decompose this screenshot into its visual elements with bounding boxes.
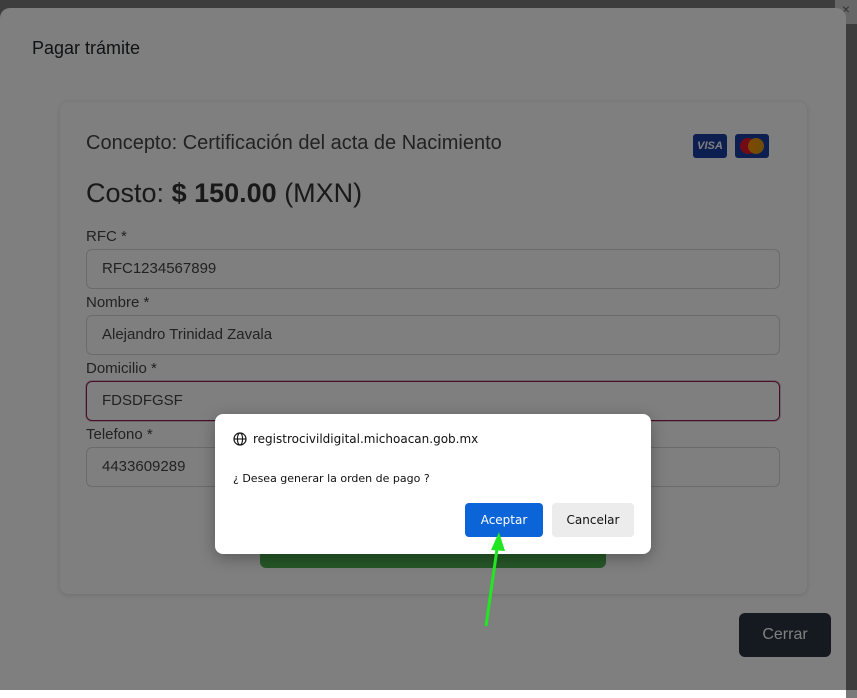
dialog-host-text: registrocivildigital.michoacan.gob.mx — [253, 432, 479, 446]
dialog-backdrop — [0, 0, 857, 690]
globe-icon — [233, 432, 247, 446]
confirm-dialog: registrocivildigital.michoacan.gob.mx ¿ … — [215, 414, 651, 554]
green-pointer-arrow-icon — [484, 532, 505, 627]
dialog-host: registrocivildigital.michoacan.gob.mx — [233, 432, 478, 446]
dialog-message: ¿ Desea generar la orden de pago ? — [233, 472, 430, 485]
cancel-button[interactable]: Cancelar — [552, 503, 634, 537]
